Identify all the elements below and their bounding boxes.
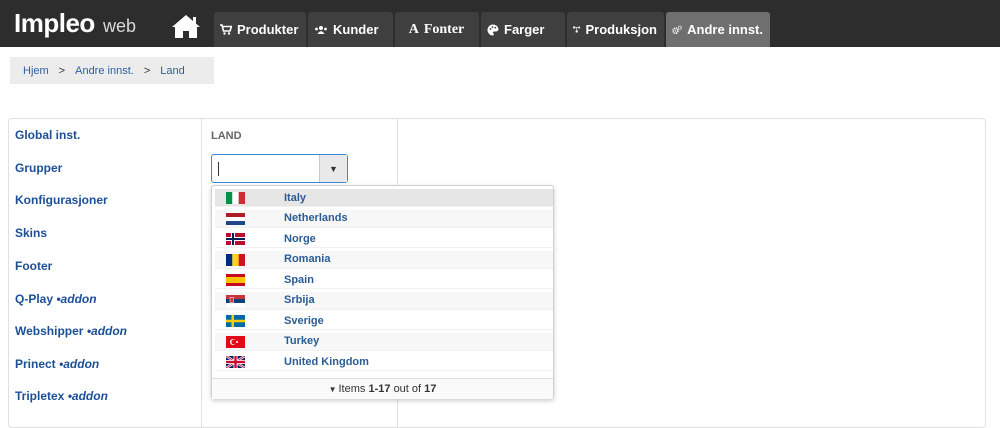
list-item-sverige[interactable]: Sverige [215, 312, 553, 330]
sidebar-item-label: Webshipper [15, 324, 84, 338]
flag-serbia-icon [226, 294, 245, 307]
sidebar-item-label: Grupper [15, 161, 63, 175]
pager-prefix: Items [338, 383, 366, 395]
chevron-down-icon: ▼ [329, 163, 338, 174]
list-item-srbija[interactable]: Srbija [215, 291, 553, 310]
sidebar-item-grupper[interactable]: Grupper [15, 161, 62, 175]
option-label: Norge [284, 232, 316, 245]
tab-produksjon[interactable]: Produksjon [567, 12, 664, 47]
list-item-romania[interactable]: Romania [215, 250, 553, 269]
pager-range: 1-17 [368, 383, 391, 395]
font-icon: A [408, 21, 419, 37]
section-title: LAND [211, 130, 242, 142]
sidebar-item-label: Global inst. [15, 128, 81, 142]
addon-tag: •addon [59, 357, 100, 371]
home-icon[interactable] [170, 12, 202, 40]
sitemap-icon [573, 26, 581, 33]
tab-farger[interactable]: Farger [481, 12, 565, 47]
tab-label: Fonter [423, 21, 465, 37]
sidebar-divider [201, 118, 202, 428]
caret-down-icon: ▼ [328, 384, 337, 394]
sidebar-item-skins[interactable]: Skins [15, 226, 47, 240]
top-navbar: Impleo web Produkter Kunder A Fonter Far… [0, 0, 1000, 47]
pager-total: 17 [424, 383, 437, 395]
breadcrumb-item-andre-innst[interactable]: Andre innst. [75, 65, 134, 77]
list-item-turkey[interactable]: Turkey [215, 332, 553, 351]
sidebar-item-q-play[interactable]: Q-Play •addon [15, 292, 97, 306]
breadcrumb-item-land[interactable]: Land [160, 65, 184, 77]
sidebar-item-label: Konfigurasjoner [15, 193, 108, 207]
tab-kunder[interactable]: Kunder [308, 12, 393, 47]
option-label: Sverige [284, 314, 324, 327]
tab-label: Andre innst. [687, 22, 763, 37]
users-icon [315, 25, 327, 34]
addon-tag: •addon [86, 324, 128, 338]
sidebar-item-global-inst[interactable]: Global inst. [15, 128, 80, 142]
sidebar-item-label: Skins [15, 226, 48, 240]
option-label: United Kingdom [284, 355, 369, 368]
list-pager: ▼ Items 1-17 out of 17 [212, 378, 553, 399]
sidebar-item-label: Q-Play [15, 292, 54, 306]
list-item-united-kingdom[interactable]: United Kingdom [215, 353, 553, 371]
flag-norway-icon [226, 233, 245, 245]
main-tabs: Produkter Kunder A Fonter Farger Produks… [214, 12, 772, 47]
option-label: Spain [284, 273, 314, 286]
tab-label: Produksjon [585, 22, 657, 37]
pager-middle: out of [393, 383, 422, 395]
country-dropdown-list: Italy Netherlands Norge Romania Spain Sr… [211, 185, 554, 399]
list-item-italy[interactable]: Italy [215, 189, 553, 207]
sidebar-item-label: Footer [15, 259, 53, 273]
cogs-icon [672, 25, 682, 34]
tab-label: Produkter [237, 22, 299, 37]
tab-produkter[interactable]: Produkter [214, 12, 306, 47]
flag-netherlands-icon [226, 212, 245, 225]
breadcrumb-separator: > [143, 64, 151, 77]
cart-icon [220, 24, 232, 35]
tab-andre-innst[interactable]: Andre innst. [666, 12, 770, 47]
sidebar-item-footer[interactable]: Footer [15, 259, 52, 273]
text-cursor [218, 162, 219, 176]
sidebar-item-label: Tripletex [15, 389, 65, 403]
dropdown-toggle-button[interactable]: ▼ [319, 155, 347, 182]
option-label: Romania [284, 253, 331, 265]
flag-italy-icon [226, 192, 245, 204]
breadcrumb: Hjem > Andre innst. > Land [10, 57, 214, 84]
flag-turkey-icon [226, 335, 245, 348]
tab-label: Kunder [333, 22, 379, 37]
option-label: Turkey [284, 335, 320, 347]
list-item-spain[interactable]: Spain [215, 271, 553, 289]
brand-suffix: web [103, 16, 137, 36]
sidebar-item-label: Prinect [15, 357, 56, 371]
sidebar-item-prinect[interactable]: Prinect •addon [15, 357, 99, 371]
brand-logo[interactable]: Impleo [14, 8, 95, 39]
sidebar-item-konfigurasjoner[interactable]: Konfigurasjoner [15, 193, 108, 207]
option-label: Srbija [284, 294, 315, 306]
list-item-netherlands[interactable]: Netherlands [215, 209, 553, 228]
country-combobox[interactable]: ▼ [211, 154, 348, 183]
palette-icon [487, 23, 499, 35]
sidebar-item-webshipper[interactable]: Webshipper •addon [15, 324, 127, 338]
tab-fonter[interactable]: A Fonter [395, 12, 479, 47]
option-label: Netherlands [284, 212, 348, 224]
list-item-norge[interactable]: Norge [215, 230, 553, 248]
option-label: Italy [284, 191, 307, 204]
addon-tag: •addon [67, 389, 108, 403]
flag-uk-icon [226, 356, 245, 368]
sidebar-item-tripletex[interactable]: Tripletex •addon [15, 389, 108, 403]
tab-label: Farger [504, 22, 545, 37]
breadcrumb-item-hjem[interactable]: Hjem [23, 65, 49, 77]
breadcrumb-separator: > [58, 64, 66, 77]
addon-tag: •addon [56, 292, 97, 306]
flag-spain-icon [226, 274, 245, 286]
flag-romania-icon [226, 253, 245, 266]
flag-sweden-icon [226, 315, 245, 327]
